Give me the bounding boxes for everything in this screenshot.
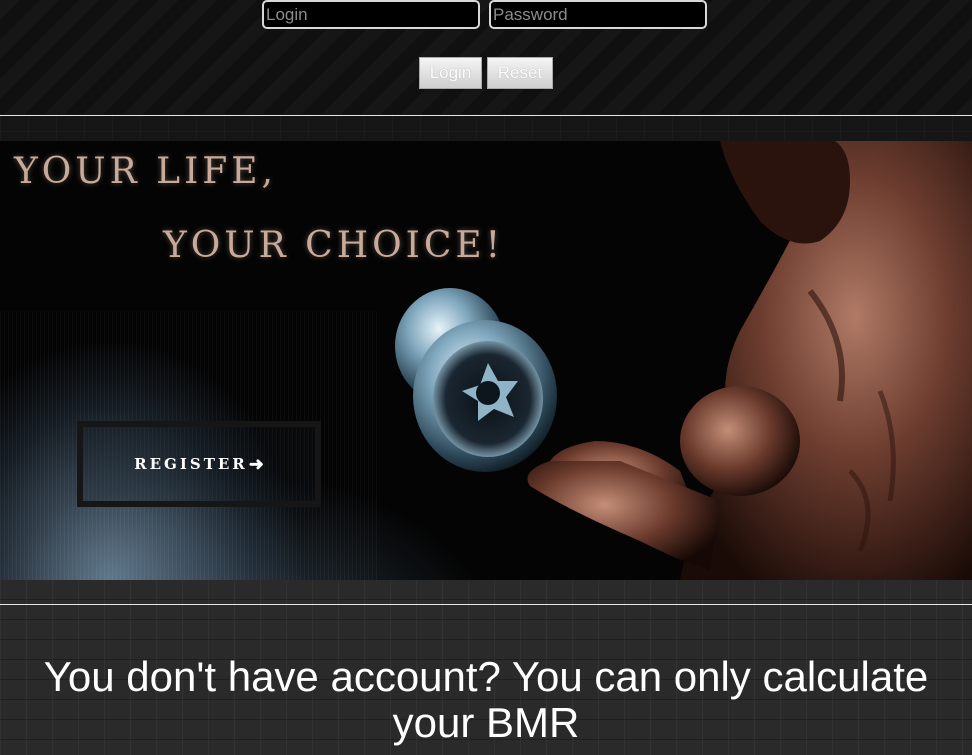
top-divider bbox=[0, 115, 972, 116]
dumbbell-icon bbox=[395, 288, 557, 472]
bodybuilder-image bbox=[395, 141, 972, 580]
reset-button[interactable]: Reset bbox=[487, 57, 553, 89]
no-account-message: You don't have account? You can only cal… bbox=[43, 653, 929, 746]
login-button[interactable]: Login bbox=[419, 57, 482, 89]
register-label: REGISTER bbox=[134, 455, 248, 473]
register-button[interactable]: REGISTER ➜ bbox=[77, 421, 321, 507]
hero-banner: YOUR LIFE, YOUR CHOICE! REGISTER ➜ bbox=[0, 141, 972, 580]
hero-title-line-1: YOUR LIFE, bbox=[14, 151, 277, 192]
login-input[interactable] bbox=[262, 0, 480, 29]
page: Login Reset YOUR LIFE, YOUR CHOICE! bbox=[0, 0, 972, 755]
arrow-right-icon: ➜ bbox=[248, 453, 264, 475]
password-input[interactable] bbox=[489, 0, 707, 29]
login-bar: Login Reset bbox=[0, 0, 972, 114]
bottom-divider bbox=[0, 604, 972, 605]
